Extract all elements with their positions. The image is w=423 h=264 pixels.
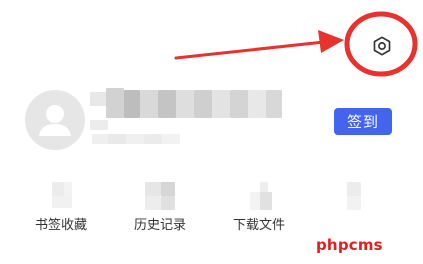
- history-icon: [145, 180, 175, 210]
- watermark: phpcms: [316, 236, 383, 254]
- action-label: 书签收藏: [34, 218, 87, 233]
- action-more[interactable]: [314, 176, 394, 214]
- default-user-avatar-icon: [39, 105, 71, 136]
- signin-button[interactable]: 签到: [334, 108, 392, 135]
- avatar[interactable]: [25, 90, 85, 150]
- action-bookmarks[interactable]: 书签收藏: [21, 176, 101, 233]
- download-icon: [244, 180, 274, 210]
- action-label: 下载文件: [232, 218, 285, 233]
- settings-icon: [373, 36, 391, 56]
- action-label: 历史记录: [133, 218, 186, 233]
- bookmark-icon: [46, 180, 76, 210]
- action-downloads[interactable]: 下载文件: [219, 176, 299, 233]
- app-profile-page: 签到 书签收藏 历史记录 下载文件 phpcms: [0, 0, 423, 264]
- annotation-arrow-shaft: [174, 40, 326, 60]
- more-icon: [339, 180, 369, 210]
- annotation-arrowhead: [318, 30, 344, 53]
- action-history[interactable]: 历史记录: [120, 176, 200, 233]
- settings-button[interactable]: [366, 30, 398, 62]
